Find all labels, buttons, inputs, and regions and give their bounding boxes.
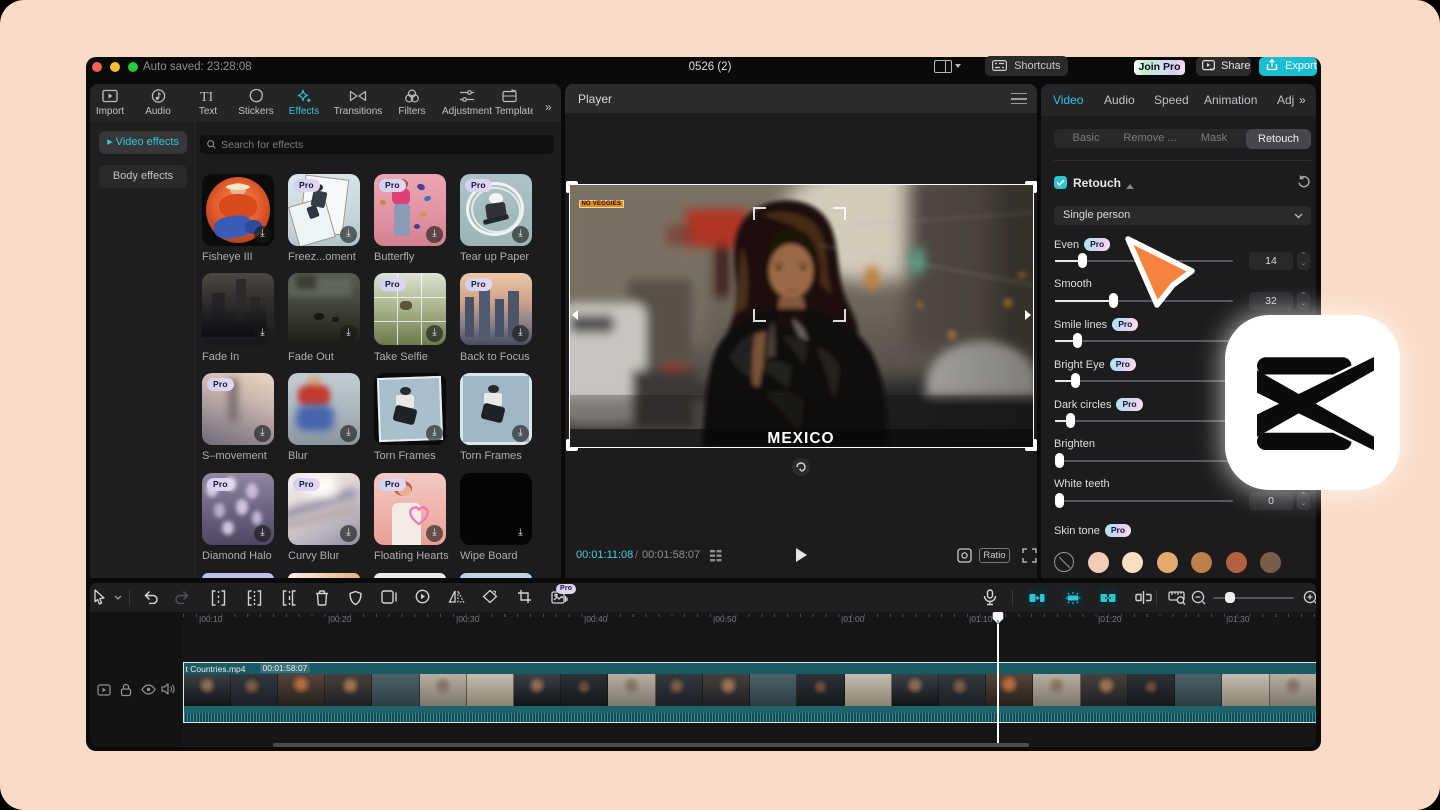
svg-text:TI: TI <box>200 90 214 103</box>
svg-text:MEXICO: MEXICO <box>767 430 834 447</box>
